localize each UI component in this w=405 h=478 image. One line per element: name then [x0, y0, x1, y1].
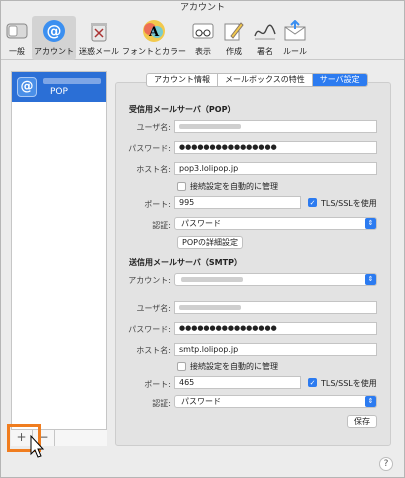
account-type: POP: [50, 87, 68, 97]
toolbar-accounts[interactable]: @ アカウント: [32, 16, 76, 60]
outgoing-auto-manage-checkbox[interactable]: [177, 362, 186, 371]
outgoing-auth-value: パスワード: [181, 397, 221, 406]
incoming-username-label: ユーザ名:: [136, 123, 171, 132]
toolbar-rules[interactable]: ルール: [281, 16, 309, 60]
outgoing-tls-checkbox[interactable]: ✓: [308, 378, 317, 387]
outgoing-account-select[interactable]: ⇕: [174, 273, 377, 286]
chevron-updown-icon: ⇕: [365, 396, 376, 407]
switch-icon: [5, 19, 29, 43]
at-sign-icon: @: [17, 77, 37, 97]
window-title: アカウント: [179, 3, 225, 13]
outgoing-username-label: ユーザ名:: [136, 304, 171, 313]
outgoing-host-field[interactable]: smtp.lolipop.jp: [174, 343, 377, 356]
settings-tabs: アカウント情報 メールボックスの特性 サーバ設定: [146, 73, 368, 87]
preferences-window: アカウント 一般 @ アカウント 迷惑メール A フォントとカラー 表示 作成 …: [0, 0, 405, 478]
account-name-redacted: [43, 78, 101, 84]
junk-trash-icon: [87, 19, 111, 43]
outgoing-account-label: アカウント:: [128, 276, 171, 285]
outgoing-username-field[interactable]: [174, 301, 377, 314]
chevron-updown-icon: ⇕: [365, 274, 376, 285]
toolbar-signatures[interactable]: 署名: [251, 16, 279, 60]
outgoing-password-field[interactable]: ●●●●●●●●●●●●●●●●: [174, 322, 377, 335]
incoming-username-field[interactable]: [174, 120, 377, 133]
account-list-item[interactable]: @ POP: [12, 72, 106, 102]
incoming-port-field[interactable]: 995: [174, 196, 301, 209]
outgoing-auth-select[interactable]: パスワード ⇕: [174, 395, 377, 408]
outgoing-password-label: パスワード:: [128, 325, 171, 334]
toolbar-composing[interactable]: 作成: [220, 16, 248, 60]
tab-account-info[interactable]: アカウント情報: [147, 74, 218, 86]
incoming-password-label: パスワード:: [128, 144, 171, 153]
incoming-section-title: 受信用メールサーバ（POP）: [129, 105, 236, 114]
redacted-username: [179, 305, 241, 310]
account-list: @ POP: [11, 71, 107, 446]
redacted-smtp-account: [181, 277, 243, 282]
glasses-icon: [191, 19, 215, 43]
chevron-updown-icon: ⇕: [365, 218, 376, 229]
pop-advanced-button[interactable]: POPの詳細設定: [177, 236, 243, 249]
incoming-auto-manage-label: 接続設定を自動的に管理: [190, 182, 278, 191]
outgoing-port-field[interactable]: 465: [174, 376, 301, 389]
at-sign-icon: @: [42, 19, 66, 43]
incoming-auto-manage-checkbox[interactable]: [177, 182, 186, 191]
outgoing-auto-manage-label: 接続設定を自動的に管理: [190, 362, 278, 371]
incoming-auth-value: パスワード: [181, 219, 221, 228]
outgoing-port-label: ポート:: [144, 380, 171, 389]
incoming-auth-select[interactable]: パスワード ⇕: [174, 217, 377, 230]
outgoing-host-label: ホスト名:: [136, 346, 171, 355]
save-button[interactable]: 保存: [347, 415, 377, 428]
preferences-toolbar: 一般 @ アカウント 迷惑メール A フォントとカラー 表示 作成 署名 ルール: [1, 16, 404, 60]
font-color-icon: A: [142, 19, 166, 43]
svg-text:A: A: [148, 25, 160, 40]
toolbar-general[interactable]: 一般: [5, 16, 29, 60]
mouse-pointer-icon: [30, 435, 45, 458]
tab-server-settings[interactable]: サーバ設定: [312, 74, 367, 86]
toolbar-fonts-colors[interactable]: A フォントとカラー: [122, 16, 186, 60]
incoming-tls-label: TLS/SSLを使用: [321, 199, 377, 208]
outgoing-section-title: 送信用メールサーバ（SMTP）: [129, 258, 242, 267]
svg-text:@: @: [47, 22, 62, 40]
rules-envelope-icon: [283, 19, 307, 43]
incoming-tls-checkbox[interactable]: ✓: [308, 198, 317, 207]
signature-icon: [253, 19, 277, 43]
incoming-host-label: ホスト名:: [136, 165, 171, 174]
compose-pencil-icon: [222, 19, 246, 43]
help-button[interactable]: ?: [379, 457, 393, 471]
incoming-password-field[interactable]: ●●●●●●●●●●●●●●●●: [174, 141, 377, 154]
incoming-auth-label: 認証:: [152, 221, 171, 230]
toolbar-viewing[interactable]: 表示: [189, 16, 217, 60]
outgoing-auth-label: 認証:: [152, 399, 171, 408]
tab-mailbox-behaviors[interactable]: メールボックスの特性: [218, 74, 313, 86]
incoming-host-field[interactable]: pop3.lolipop.jp: [174, 162, 377, 175]
toolbar-junk[interactable]: 迷惑メール: [79, 16, 119, 60]
redacted-username: [179, 124, 241, 129]
incoming-port-label: ポート:: [144, 200, 171, 209]
outgoing-tls-label: TLS/SSLを使用: [321, 379, 377, 388]
